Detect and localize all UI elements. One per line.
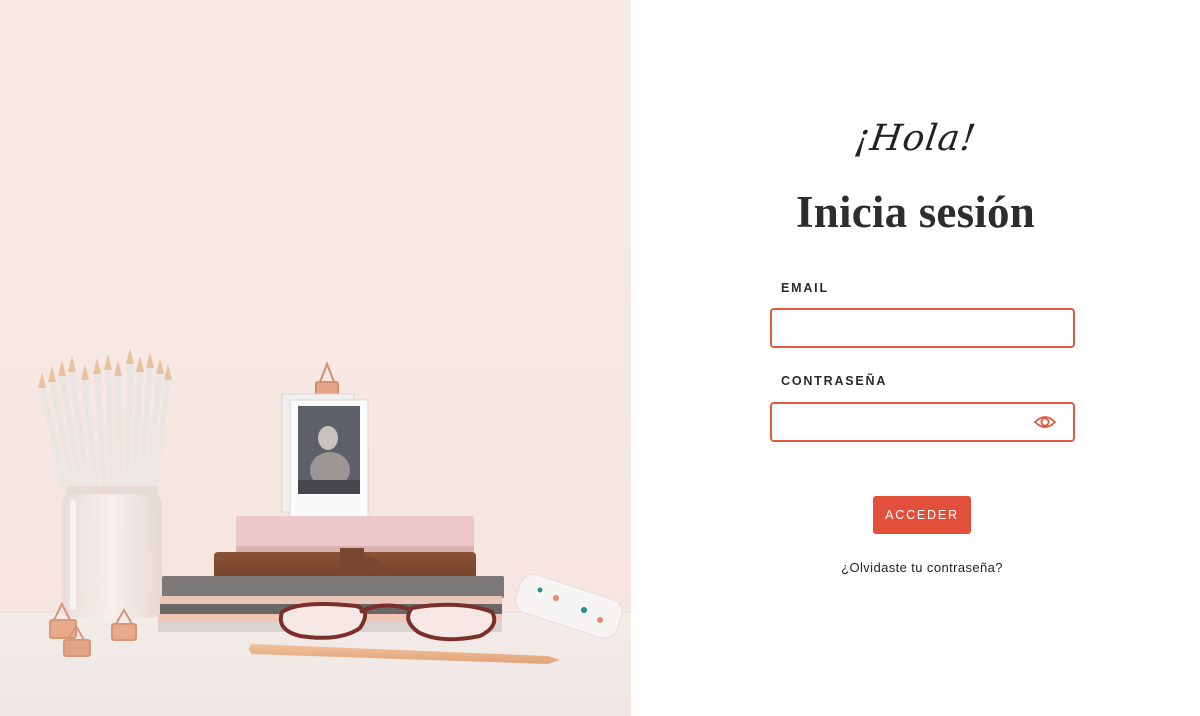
password-field-wrapper [770, 402, 1075, 442]
password-label: CONTRASEÑA [781, 374, 888, 388]
forgot-password-link[interactable]: ¿Olvidaste tu contraseña? [631, 560, 1200, 575]
hero-image [0, 0, 631, 716]
login-panel: ¡Hola! Inicia sesión EMAIL CONTRASEÑA AC… [631, 0, 1200, 716]
email-field[interactable] [772, 310, 1073, 346]
email-label: EMAIL [781, 281, 829, 295]
eye-icon[interactable] [1033, 412, 1057, 432]
submit-button[interactable]: ACCEDER [873, 496, 971, 534]
login-page: ¡Hola! Inicia sesión EMAIL CONTRASEÑA AC… [0, 0, 1200, 716]
greeting-script: ¡Hola! [852, 118, 979, 159]
password-field[interactable] [772, 404, 1073, 440]
page-title: Inicia sesión [796, 187, 1035, 237]
email-field-wrapper [770, 308, 1075, 348]
